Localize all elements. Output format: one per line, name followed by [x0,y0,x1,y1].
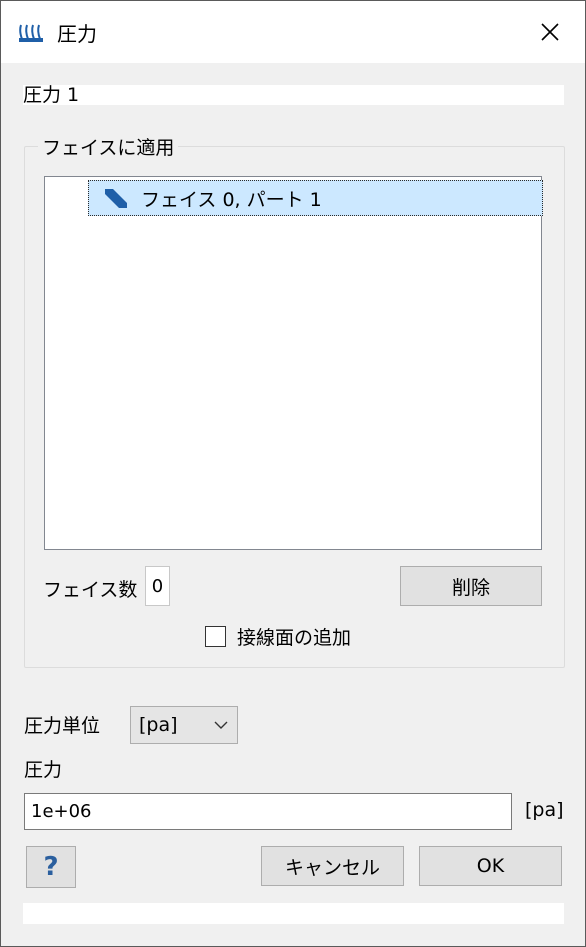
chevron-down-icon [214,721,228,729]
face-count-label: フェイス数 [43,579,138,601]
pressure-unit-select[interactable]: [pa] [130,706,238,744]
face-icon [105,189,127,208]
unit-select-value: [pa] [139,714,178,736]
pressure-input[interactable] [24,793,512,830]
cancel-button[interactable]: キャンセル [261,846,404,886]
pressure-unit-text: [pa] [525,799,564,821]
help-button[interactable]: ? [26,846,76,888]
tangent-faces-checkbox[interactable] [205,626,226,647]
load-name-field[interactable]: 圧力 1 [23,85,564,105]
help-icon: ? [43,852,59,882]
dialog-window: 圧力 圧力 1 フェイスに適用 フェイス 0, パート 1 フェイス数 0 削除… [0,0,586,947]
delete-button[interactable]: 削除 [400,566,542,606]
status-bar [23,903,564,924]
face-list[interactable]: フェイス 0, パート 1 [44,176,543,550]
title-bar: 圧力 [1,1,585,63]
pressure-icon [19,24,43,42]
ok-button[interactable]: OK [419,846,562,886]
close-icon [541,23,559,41]
face-item-label: フェイス 0, パート 1 [141,188,322,211]
face-count-value: 0 [145,566,170,606]
pressure-label: 圧力 [24,759,63,781]
tangent-faces-label: 接線面の追加 [237,627,352,649]
window-title: 圧力 [57,22,97,46]
pressure-unit-label: 圧力単位 [24,715,101,737]
list-item[interactable]: フェイス 0, パート 1 [88,180,543,216]
close-button[interactable] [515,1,585,63]
face-groupbox-label: フェイスに適用 [38,133,179,160]
tangent-faces-checkbox-row[interactable]: 接線面の追加 [205,623,351,650]
